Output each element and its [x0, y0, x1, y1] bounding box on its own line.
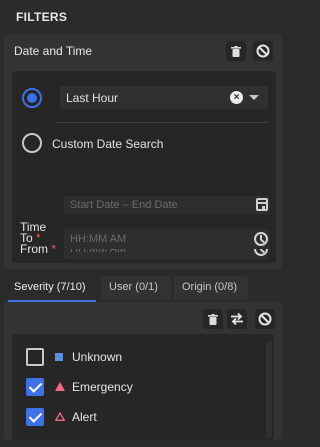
triangle-filled-icon	[55, 382, 65, 391]
checkbox[interactable]	[26, 378, 44, 396]
to-time-input[interactable]: HH:MM AM	[64, 229, 270, 249]
section-title: Date and Time	[14, 44, 93, 58]
severity-section: Unknown Emergency Alert	[4, 302, 282, 440]
panel-title: FILTERS	[16, 10, 68, 24]
filter-tabs: Severity (7/10) User (0/1) Origin (0/8)	[4, 276, 286, 302]
severity-list: Unknown Emergency Alert	[12, 334, 274, 440]
checkbox[interactable]	[26, 408, 44, 426]
list-item-label: Emergency	[72, 380, 133, 394]
chevron-down-icon[interactable]	[249, 95, 259, 100]
select-value: Last Hour	[66, 91, 119, 105]
ban-icon	[256, 44, 270, 58]
date-range-input[interactable]: Start Date – End Date	[64, 196, 270, 214]
scrollbar[interactable]	[266, 342, 272, 438]
trash-icon	[208, 313, 218, 325]
date-range-placeholder: Start Date – End Date	[70, 199, 178, 211]
calendar-icon[interactable]	[256, 198, 268, 211]
tab-origin[interactable]: Origin (0/8)	[174, 276, 248, 300]
swap-icon	[231, 313, 243, 325]
list-item-label: Unknown	[72, 350, 123, 364]
radio-last-hour[interactable]	[22, 88, 42, 108]
ban-icon	[258, 312, 272, 326]
triangle-outline-icon	[55, 412, 65, 421]
square-icon	[55, 353, 63, 361]
invert-button[interactable]	[227, 309, 247, 329]
reset-button[interactable]	[255, 309, 275, 329]
trash-icon	[231, 45, 241, 57]
radio-custom-date[interactable]	[22, 133, 42, 153]
custom-date-label: Custom Date Search	[52, 137, 164, 151]
tab-severity[interactable]: Severity (7/10)	[6, 276, 98, 302]
required-mark: *	[51, 242, 57, 256]
delete-button[interactable]	[226, 41, 246, 61]
delete-button[interactable]	[203, 309, 223, 329]
clear-icon[interactable]: ×	[230, 91, 243, 104]
reset-button[interactable]	[253, 41, 273, 61]
tab-user[interactable]: User (0/1)	[101, 276, 171, 300]
checkbox[interactable]	[26, 348, 44, 366]
required-mark: *	[36, 231, 41, 245]
clock-icon[interactable]	[254, 232, 268, 246]
list-item-label: Alert	[72, 410, 97, 424]
time-range-select[interactable]: Last Hour ×	[60, 86, 268, 109]
divider	[56, 122, 268, 123]
to-label: To *	[20, 231, 41, 245]
to-placeholder: HH:MM AM	[70, 233, 127, 245]
